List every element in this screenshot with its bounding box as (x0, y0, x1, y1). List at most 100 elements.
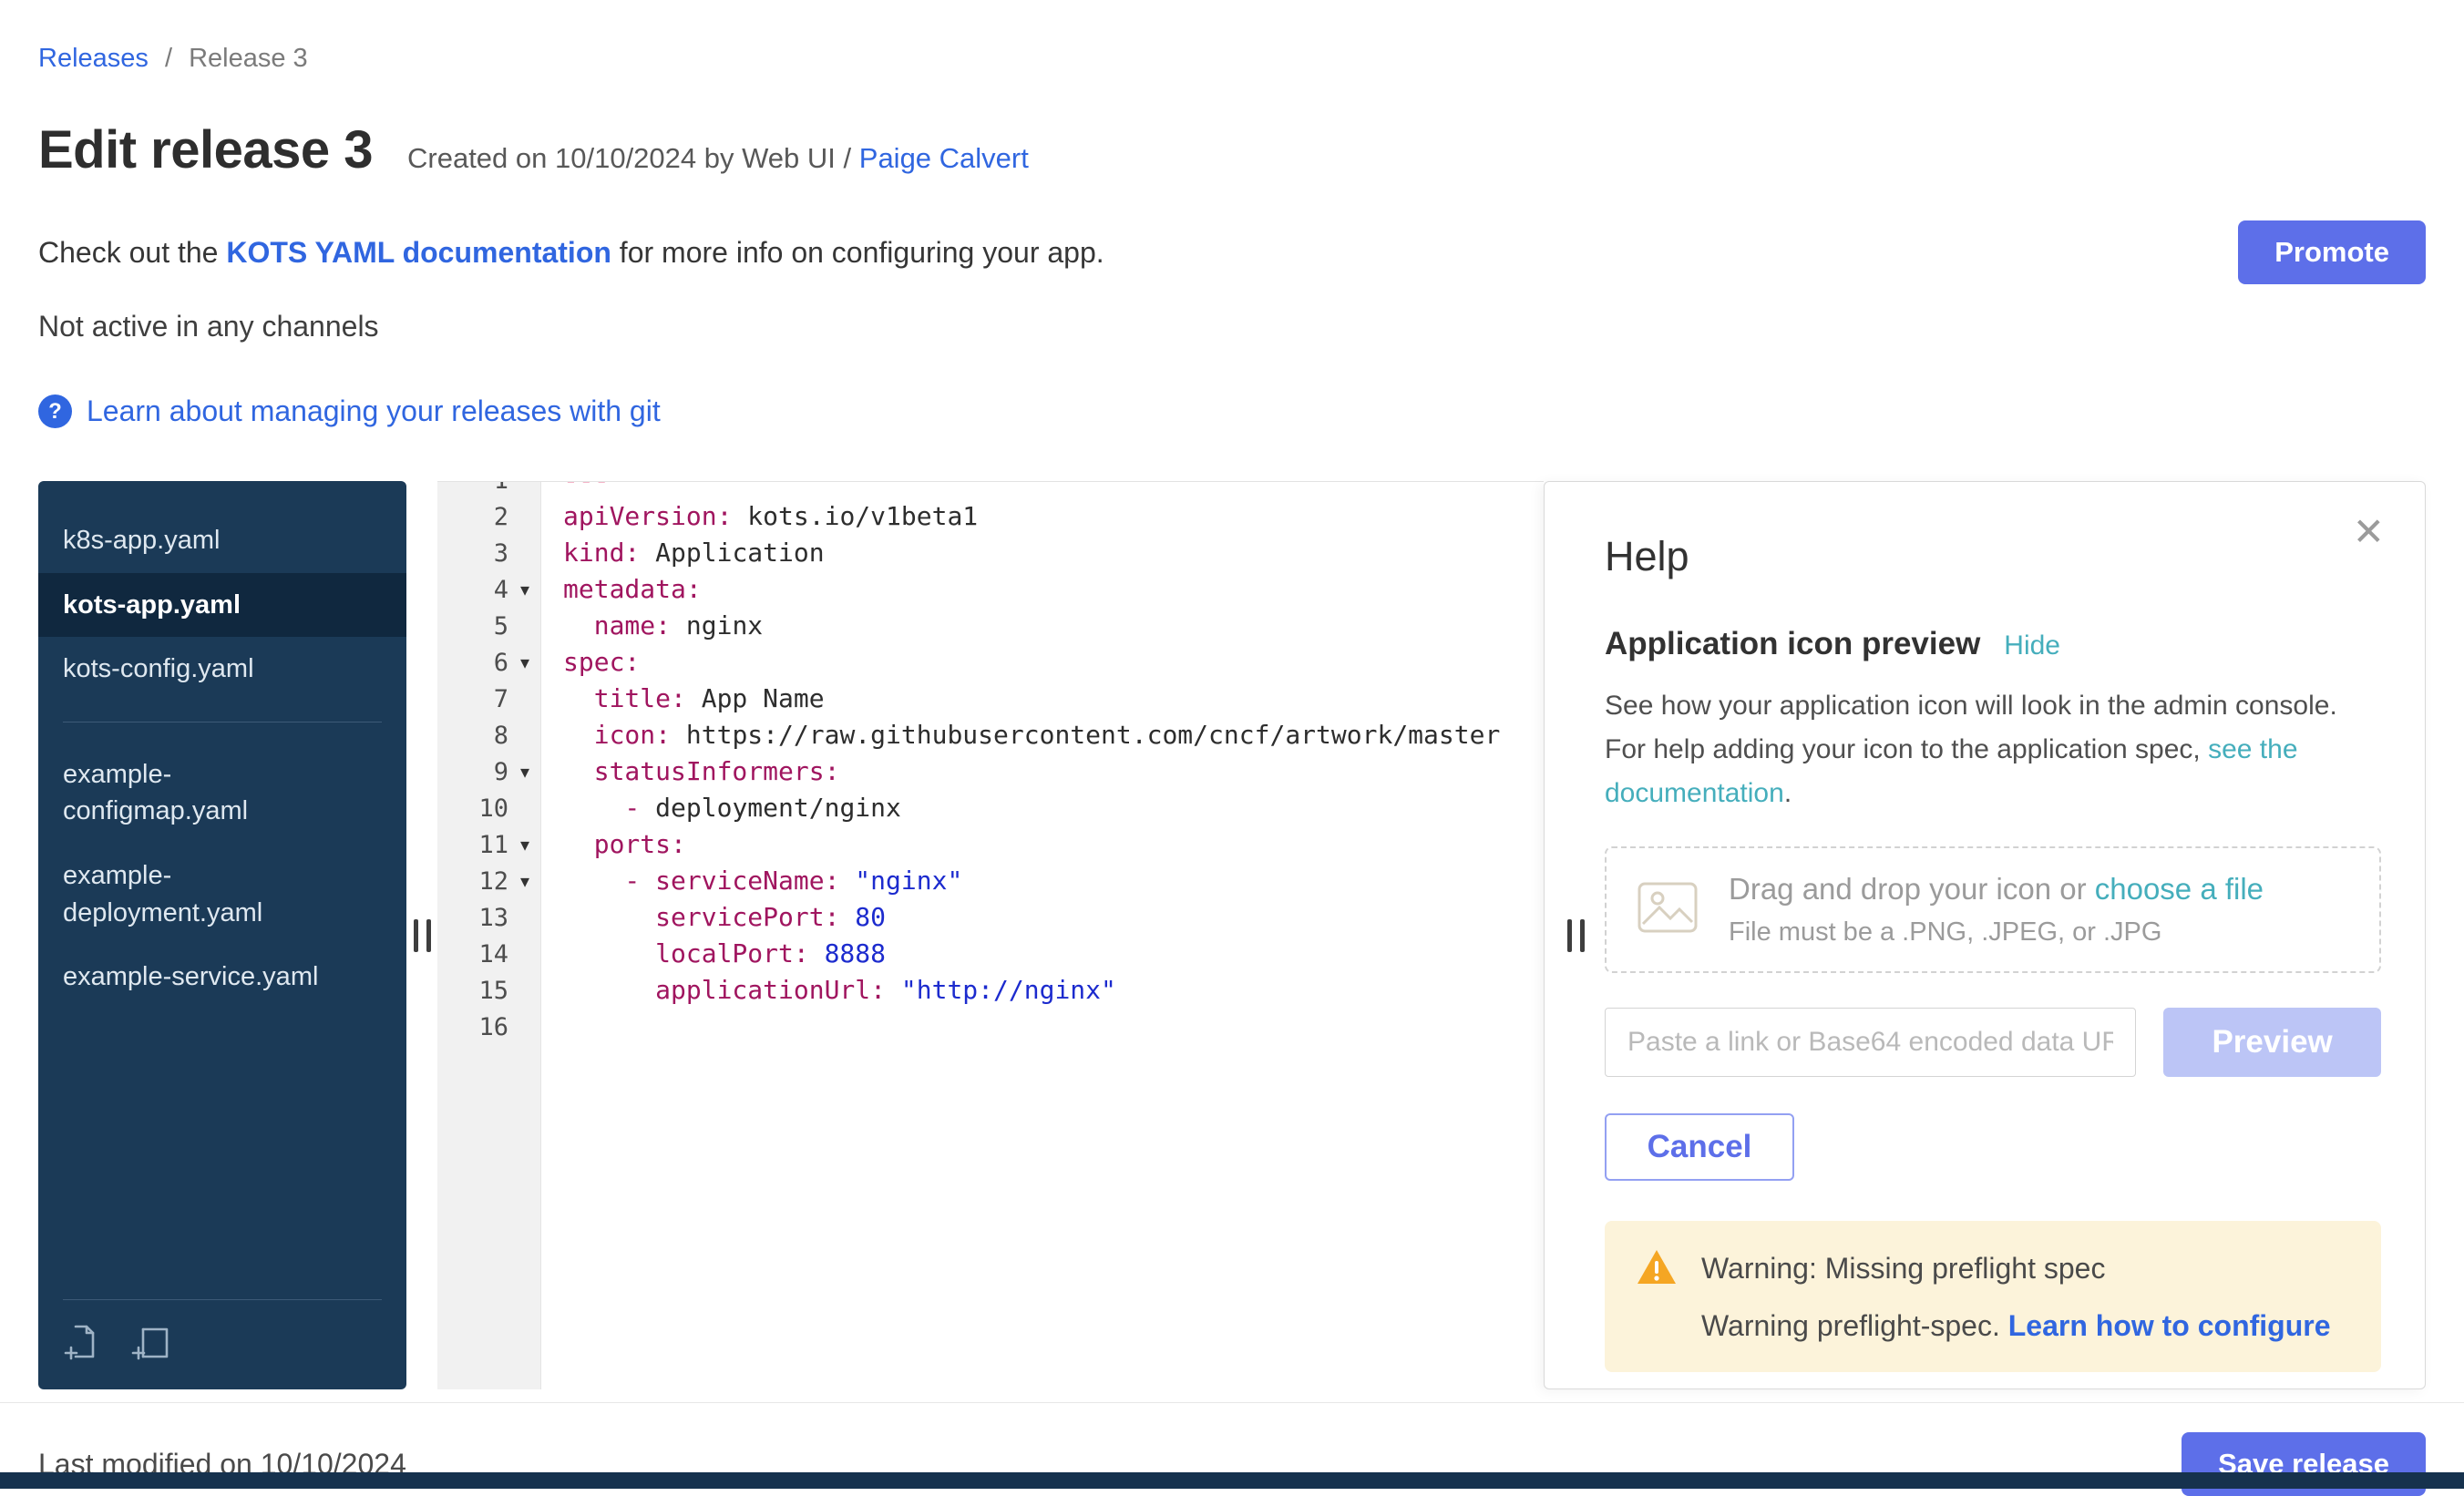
breadcrumb-separator: / (165, 44, 172, 73)
title-row: Edit release 3 Created on 10/10/2024 by … (38, 119, 2426, 180)
sidebar-footer (38, 1299, 406, 1389)
sidebar-file-kots-config.yaml[interactable]: kots-config.yaml (38, 637, 406, 702)
preview-button[interactable]: Preview (2163, 1008, 2381, 1077)
git-releases-link[interactable]: Learn about managing your releases with … (87, 394, 661, 428)
code-line[interactable]: 2 apiVersion: kots.io/v1beta1 (437, 498, 1544, 535)
fold-caret-icon[interactable]: ▾ (508, 579, 541, 601)
line-number: 5 (494, 612, 508, 640)
line-number-gutter: 10 (437, 790, 541, 826)
code-lines: 1--- 2 apiVersion: kots.io/v1beta1 3 kind: A… (437, 481, 1544, 1045)
line-number-gutter: 14 (437, 936, 541, 972)
code-line[interactable]: 9▾ statusInformers: (437, 753, 1544, 790)
docs-line: Check out the KOTS YAML documentation fo… (38, 236, 1104, 270)
code-line[interactable]: 14 localPort: 8888 (437, 936, 1544, 972)
new-file-icon[interactable] (130, 1322, 170, 1362)
page-title: Edit release 3 (38, 119, 373, 180)
breadcrumb-releases-link[interactable]: Releases (38, 44, 149, 73)
help-panel: ✕ Help Application icon preview Hide See… (1544, 481, 2426, 1389)
line-number-gutter: 6▾ (437, 644, 541, 681)
author-link[interactable]: Paige Calvert (859, 142, 1029, 174)
release-editor: k8s-app.yamlkots-app.yamlkots-config.yam… (38, 481, 2426, 1389)
learn-how-to-configure-link[interactable]: Learn how to configure (2008, 1309, 2331, 1342)
fold-caret-icon[interactable]: ▾ (508, 834, 541, 856)
code-line[interactable]: 5 name: nginx (437, 608, 1544, 644)
dropzone-line1: Drag and drop your icon or (1729, 872, 2087, 906)
icon-dropzone[interactable]: Drag and drop your icon or choose a file… (1605, 846, 2381, 973)
sidebar-file-example-configmap.yaml[interactable]: example-configmap.yaml (38, 743, 406, 844)
code-text: kind: Application (541, 535, 1544, 571)
close-icon[interactable]: ✕ (2353, 513, 2385, 551)
warning-line1: Warning: Missing preflight spec (1701, 1248, 2331, 1286)
code-line[interactable]: 12▾ - serviceName: "nginx" (437, 863, 1544, 899)
code-text: apiVersion: kots.io/v1beta1 (541, 498, 1544, 535)
sidebar-file-example-service.yaml[interactable]: example-service.yaml (38, 945, 406, 1009)
code-line[interactable]: 3 kind: Application (437, 535, 1544, 571)
sidebar-file-example-deployment.yaml[interactable]: example-deployment.yaml (38, 844, 406, 945)
line-number: 10 (478, 794, 508, 823)
hide-link[interactable]: Hide (2004, 630, 2060, 661)
line-number-gutter: 1 (437, 481, 541, 498)
channel-status: Not active in any channels (38, 310, 2426, 343)
line-number: 11 (478, 831, 508, 859)
code-line[interactable]: 10 - deployment/nginx (437, 790, 1544, 826)
line-number: 2 (494, 503, 508, 531)
code-line[interactable]: 13 servicePort: 80 (437, 899, 1544, 936)
help-description-end: . (1784, 778, 1792, 808)
icon-url-input[interactable] (1605, 1008, 2136, 1077)
created-text: Created on 10/10/2024 by Web UI / (407, 142, 851, 174)
kots-yaml-docs-link[interactable]: KOTS YAML documentation (226, 236, 611, 269)
docs-suffix: for more info on configuring your app. (620, 236, 1104, 269)
fold-caret-icon[interactable]: ▾ (508, 870, 541, 893)
git-help-row: ? Learn about managing your releases wit… (38, 394, 2426, 428)
code-line[interactable]: 8 icon: https://raw.githubusercontent.co… (437, 717, 1544, 753)
sidebar-file-kots-app.yaml[interactable]: kots-app.yaml (38, 573, 406, 638)
line-number: 12 (478, 867, 508, 896)
line-number-gutter: 4▾ (437, 571, 541, 608)
sidebar-icons-row (38, 1300, 406, 1389)
code-line[interactable]: 4▾metadata: (437, 571, 1544, 608)
upload-file-icon[interactable] (63, 1322, 103, 1362)
promote-button[interactable]: Promote (2238, 220, 2426, 284)
help-resize-handle[interactable] (1567, 919, 1585, 952)
cancel-button[interactable]: Cancel (1605, 1113, 1794, 1181)
code-line[interactable]: 6▾spec: (437, 644, 1544, 681)
sidebar-file-k8s-app.yaml[interactable]: k8s-app.yaml (38, 508, 406, 573)
fold-caret-icon[interactable]: ▾ (508, 761, 541, 784)
line-number: 9 (494, 758, 508, 786)
code-text: name: nginx (541, 608, 1544, 644)
code-line[interactable]: 7 title: App Name (437, 681, 1544, 717)
line-number-gutter: 15 (437, 972, 541, 1009)
preflight-warning: Warning: Missing preflight spec Warning … (1605, 1221, 2381, 1372)
image-placeholder-icon (1638, 882, 1698, 938)
code-text: servicePort: 80 (541, 899, 1544, 936)
line-number: 6 (494, 649, 508, 677)
code-text: - deployment/nginx (541, 790, 1544, 826)
help-title: Help (1605, 533, 2381, 580)
dropzone-line2: File must be a .PNG, .JPEG, or .JPG (1729, 917, 2264, 948)
sidebar-resize-handle[interactable] (414, 919, 431, 952)
warning-text: Warning: Missing preflight spec Warning … (1701, 1248, 2331, 1343)
line-number: 7 (494, 685, 508, 713)
line-number-gutter: 5 (437, 608, 541, 644)
fold-caret-icon[interactable]: ▾ (508, 651, 541, 674)
warning-line2: Warning preflight-spec. Learn how to con… (1701, 1309, 2331, 1343)
code-line[interactable]: 16 (437, 1009, 1544, 1045)
yaml-editor[interactable]: 1--- 2 apiVersion: kots.io/v1beta1 3 kind: A… (437, 481, 1544, 1389)
line-number: 8 (494, 722, 508, 750)
line-number-gutter: 7 (437, 681, 541, 717)
line-number: 4 (494, 576, 508, 604)
code-line[interactable]: 1--- (437, 481, 1544, 498)
code-text: icon: https://raw.githubusercontent.com/… (541, 717, 1544, 753)
line-number-gutter: 12▾ (437, 863, 541, 899)
line-number: 13 (478, 904, 508, 932)
icon-url-row: Preview (1605, 1008, 2381, 1077)
code-line[interactable]: 11▾ ports: (437, 826, 1544, 863)
line-number: 1 (494, 481, 508, 495)
code-text: applicationUrl: "http://nginx" (541, 972, 1544, 1009)
code-text (541, 1009, 1544, 1045)
choose-file-link[interactable]: choose a file (2095, 872, 2264, 906)
code-text: localPort: 8888 (541, 936, 1544, 972)
line-number: 3 (494, 539, 508, 568)
code-line[interactable]: 15 applicationUrl: "http://nginx" (437, 972, 1544, 1009)
line-number: 16 (478, 1013, 508, 1041)
